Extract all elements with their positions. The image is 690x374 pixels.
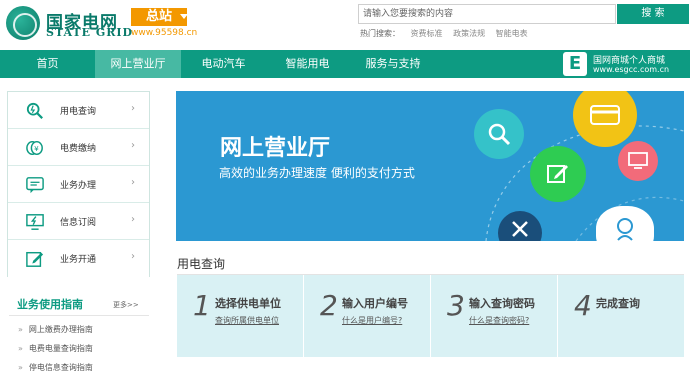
hot-search-link[interactable]: 智能电表: [496, 29, 528, 38]
step-number: 2: [320, 289, 338, 322]
step-help-link[interactable]: 查询所属供电单位: [215, 315, 279, 326]
sidebar-item-label: 业务开通: [60, 255, 97, 265]
esgcc-logo-icon: E: [563, 52, 587, 76]
chevron-right-icon: ›: [131, 251, 135, 262]
sidebar-item-subscribe[interactable]: 信息订阅 ›: [8, 203, 149, 240]
step-number: 3: [447, 289, 465, 322]
station-label: 总站: [145, 9, 172, 24]
sidebar-item-label: 业务办理: [60, 181, 97, 191]
sidebar: 用电查询 › ¥ 电费缴纳 › 业务办理 › 信息订阅 › 业务开通 ›: [7, 91, 150, 277]
chevron-right-icon: ›: [131, 177, 135, 188]
hot-search-label: 热门搜索：: [360, 29, 400, 38]
nav-item-service[interactable]: 服务与支持: [349, 50, 437, 78]
sidebar-item-business[interactable]: 业务办理 ›: [8, 166, 149, 203]
site-url: www.95598.cn: [131, 28, 198, 38]
query-steps: 1 选择供电单位 查询所属供电单位 2 输入用户编号 什么是用户编号? 3 输入…: [177, 275, 684, 357]
hot-search-link[interactable]: 资费标准: [411, 29, 443, 38]
edit-icon: [530, 146, 586, 202]
search-icon: [26, 102, 43, 119]
step-help-link[interactable]: 什么是查询密码?: [469, 315, 529, 326]
state-grid-logo-icon: [6, 6, 40, 40]
guide-title: 业务使用指南: [17, 298, 83, 311]
sidebar-item-label: 用电查询: [60, 107, 97, 117]
guide-more-link[interactable]: 更多>>: [113, 300, 139, 310]
search-input[interactable]: 请输入您要搜索的内容: [358, 4, 616, 24]
nav-item-online-hall[interactable]: 网上营业厅: [95, 50, 181, 78]
monitor-bolt-icon: [26, 214, 44, 230]
mouse-icon: [596, 206, 654, 241]
step-3: 3 输入查询密码 什么是查询密码?: [431, 275, 557, 357]
edit-icon: [26, 251, 44, 267]
mall-url: www.esgcc.com.cn: [593, 65, 670, 74]
step-2: 2 输入用户编号 什么是用户编号?: [304, 275, 430, 357]
sidebar-item-activate[interactable]: 业务开通 ›: [8, 240, 149, 277]
banner[interactable]: 网上营业厅 高效的业务办理速度 便利的支付方式: [176, 91, 684, 241]
mall-link[interactable]: E 国网商城个人商城 www.esgcc.com.cn: [563, 51, 690, 77]
search-button[interactable]: 搜 索: [617, 4, 689, 24]
guide-item[interactable]: 电费电量查询指南: [18, 343, 93, 354]
step-number: 1: [193, 289, 211, 322]
sidebar-item-usage-query[interactable]: 用电查询 ›: [8, 92, 149, 129]
step-1: 1 选择供电单位 查询所属供电单位: [177, 275, 303, 357]
nav-item-home[interactable]: 首页: [0, 50, 95, 78]
hot-search-bar: 热门搜索： 资费标准 政策法规 智能电表: [360, 28, 536, 39]
dropdown-arrow-icon: [180, 14, 188, 19]
nav-item-smart-power[interactable]: 智能用电: [266, 50, 349, 78]
guide-item[interactable]: 网上缴费办理指南: [18, 324, 93, 335]
header: 国家电网 STATE GRID 总站 www.95598.cn 请输入您要搜索的…: [0, 0, 690, 50]
guide-item[interactable]: 停电信息查询指南: [18, 362, 93, 373]
nav-item-ev[interactable]: 电动汽车: [181, 50, 266, 78]
sidebar-item-bill-payment[interactable]: ¥ 电费缴纳 ›: [8, 129, 149, 166]
step-title: 选择供电单位: [215, 297, 281, 310]
search-icon: [474, 109, 524, 159]
chevron-right-icon: ›: [131, 214, 135, 225]
step-number: 4: [574, 289, 592, 322]
monitor-icon: [618, 141, 658, 181]
chevron-right-icon: ›: [131, 103, 135, 114]
step-title: 完成查询: [596, 297, 640, 310]
sidebar-item-label: 电费缴纳: [60, 144, 97, 154]
divider: [9, 315, 149, 316]
sidebar-item-label: 信息订阅: [60, 218, 97, 228]
logo-english-text: STATE GRID: [46, 26, 134, 39]
step-4: 4 完成查询: [558, 275, 684, 357]
section-title: 用电查询: [177, 257, 226, 271]
step-help-link[interactable]: 什么是用户编号?: [342, 315, 402, 326]
chat-icon: [26, 177, 44, 194]
banner-subtitle: 高效的业务办理速度 便利的支付方式: [219, 166, 415, 180]
coin-icon: ¥: [26, 140, 43, 156]
chevron-right-icon: ›: [131, 140, 135, 151]
step-title: 输入查询密码: [469, 297, 535, 310]
step-title: 输入用户编号: [342, 297, 408, 310]
station-select-button[interactable]: 总站: [131, 8, 187, 26]
svg-text:¥: ¥: [34, 144, 39, 153]
banner-title: 网上营业厅: [220, 136, 331, 161]
hot-search-link[interactable]: 政策法规: [453, 29, 485, 38]
